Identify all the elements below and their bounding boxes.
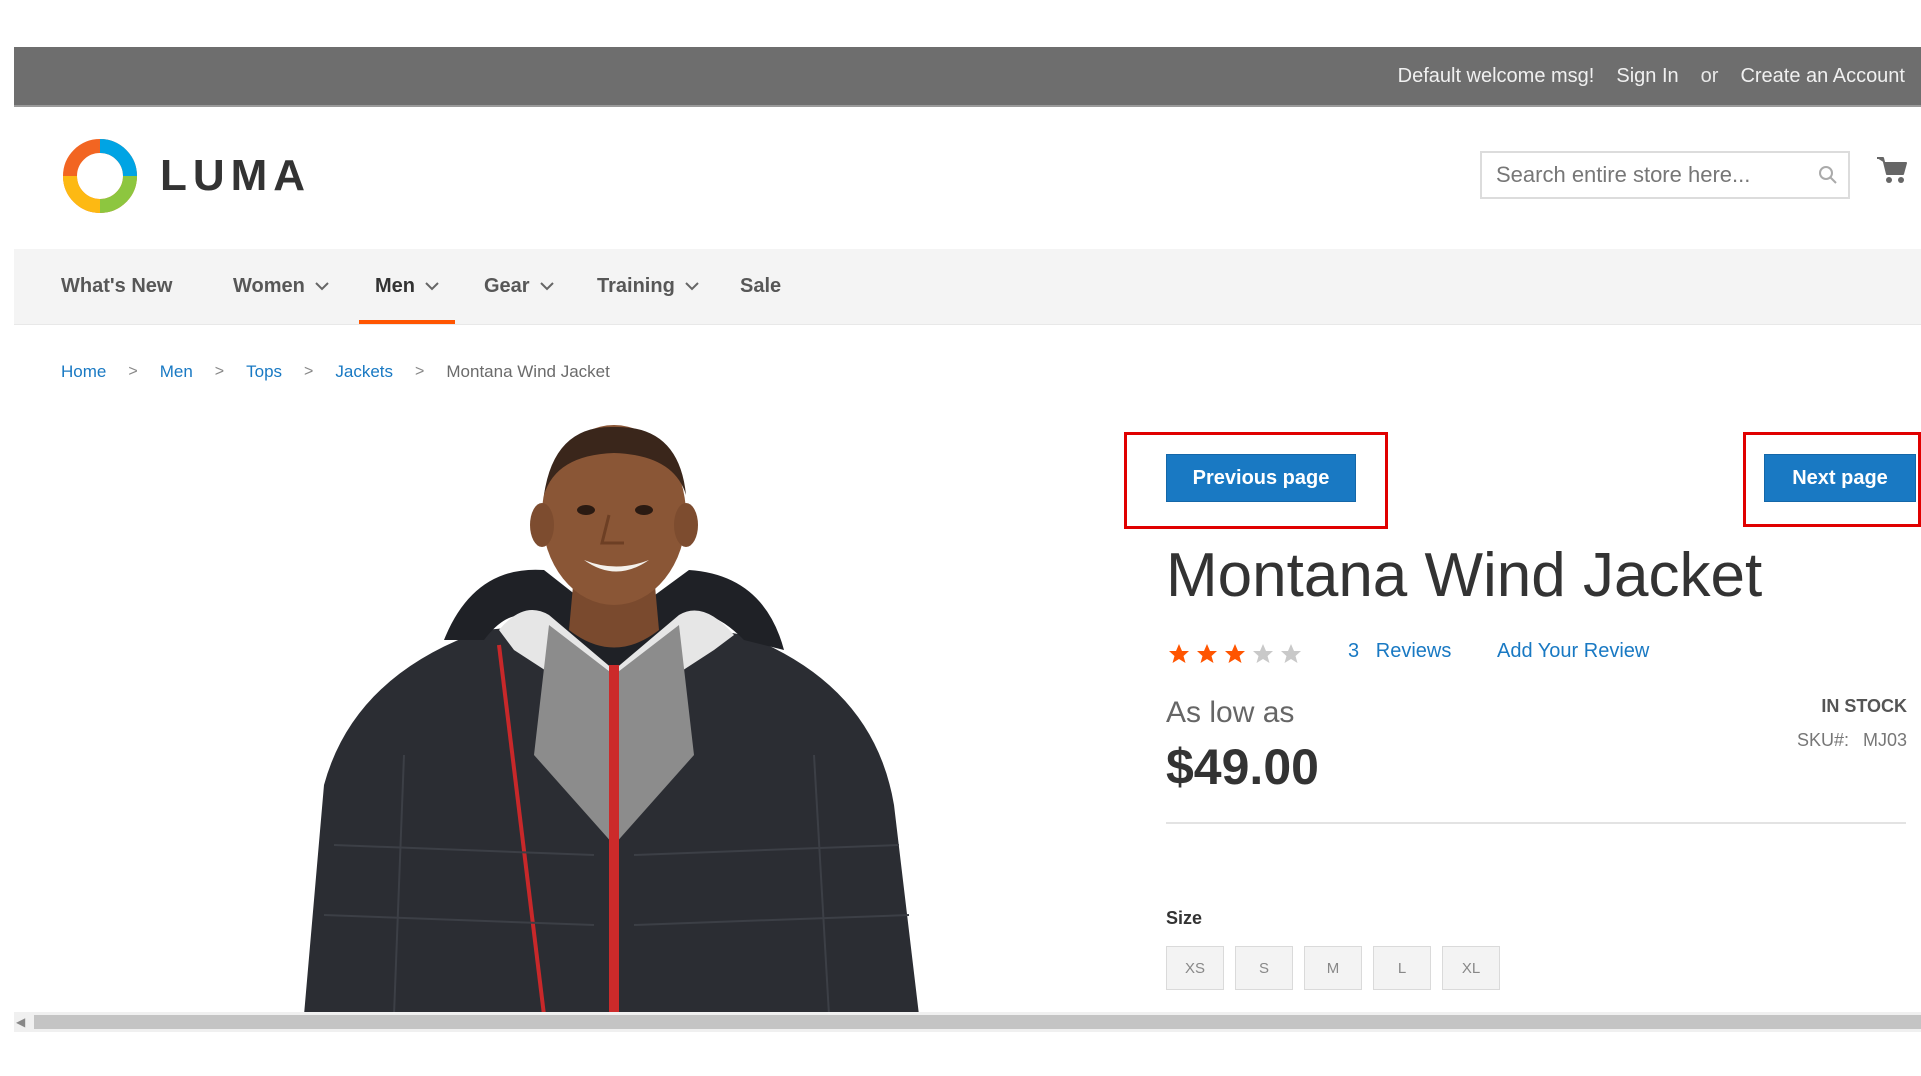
nav-item-label: Women bbox=[233, 275, 305, 297]
search-input[interactable] bbox=[1482, 152, 1808, 198]
sign-in-link[interactable]: Sign In bbox=[1616, 65, 1678, 88]
star-icon bbox=[1225, 644, 1245, 663]
logo[interactable]: LUMA bbox=[62, 138, 311, 214]
price-label: As low as bbox=[1166, 696, 1295, 729]
breadcrumb-separator: > bbox=[304, 363, 314, 380]
breadcrumb-current: Montana Wind Jacket bbox=[446, 362, 610, 381]
sku: SKU#: MJ03 bbox=[1797, 730, 1907, 751]
add-review-link[interactable]: Add Your Review bbox=[1497, 640, 1649, 663]
logo-text: LUMA bbox=[160, 151, 312, 200]
chevron-down-icon bbox=[425, 282, 439, 291]
reviews-label: Reviews bbox=[1375, 640, 1452, 662]
star-empty-icon bbox=[1281, 644, 1301, 663]
breadcrumb-home[interactable]: Home bbox=[61, 362, 106, 382]
size-option-s[interactable]: S bbox=[1235, 946, 1293, 990]
header-links: Default welcome msg! Sign In or Create a… bbox=[1398, 47, 1905, 105]
size-option-xs[interactable]: XS bbox=[1166, 946, 1224, 990]
cart-icon[interactable] bbox=[1876, 155, 1908, 190]
create-account-link[interactable]: Create an Account bbox=[1740, 65, 1905, 88]
breadcrumb-separator: > bbox=[415, 363, 425, 380]
breadcrumb-separator: > bbox=[128, 363, 138, 380]
stock-status: IN STOCK bbox=[1821, 696, 1907, 716]
page-viewport: Default welcome msg! Sign In or Create a… bbox=[14, 0, 1921, 1076]
star-icon bbox=[1169, 644, 1189, 663]
sku-label: SKU#: bbox=[1796, 730, 1849, 750]
star-empty-icon bbox=[1253, 644, 1273, 663]
reviews-count: 3 bbox=[1348, 640, 1360, 662]
chevron-down-icon bbox=[315, 282, 329, 291]
nav-item-label: Men bbox=[375, 275, 415, 297]
nav-item-training[interactable]: Training bbox=[597, 249, 699, 324]
scrollbar-thumb[interactable] bbox=[34, 1015, 1921, 1029]
top-panel: Default welcome msg! Sign In or Create a… bbox=[14, 47, 1921, 107]
divider bbox=[1166, 822, 1906, 824]
nav-item-label: Sale bbox=[740, 275, 782, 297]
breadcrumb-men[interactable]: Men bbox=[160, 362, 193, 382]
sku-value: MJ03 bbox=[1862, 730, 1907, 750]
nav-item-whats-new[interactable]: What's New bbox=[61, 249, 172, 324]
main-navigation: What's New Women Men Gear Training Sale bbox=[14, 249, 1921, 325]
breadcrumb: Home > Men > Tops > Jackets > Montana Wi… bbox=[61, 362, 610, 382]
next-page-button[interactable]: Next page bbox=[1764, 454, 1916, 502]
breadcrumb-separator: > bbox=[214, 363, 225, 380]
previous-page-button[interactable]: Previous page bbox=[1166, 454, 1356, 502]
size-swatches: XS S M L XL bbox=[1166, 946, 1500, 990]
welcome-message: Default welcome msg! bbox=[1397, 64, 1595, 87]
search-box bbox=[1480, 151, 1850, 199]
rating-stars bbox=[1166, 642, 1304, 666]
chevron-down-icon bbox=[685, 282, 699, 291]
size-label: Size bbox=[1166, 908, 1203, 928]
size-option-xl[interactable]: XL bbox=[1442, 946, 1500, 990]
reviews-link[interactable]: 3 Reviews bbox=[1348, 640, 1451, 663]
nav-item-sale[interactable]: Sale bbox=[740, 249, 781, 324]
product-image[interactable] bbox=[294, 425, 924, 1015]
chevron-down-icon bbox=[539, 282, 554, 291]
nav-item-label: Gear bbox=[484, 275, 530, 297]
logo-icon bbox=[63, 139, 137, 213]
breadcrumb-jackets[interactable]: Jackets bbox=[335, 362, 393, 382]
size-option-l[interactable]: L bbox=[1373, 946, 1431, 990]
scroll-left-icon[interactable]: ◀ bbox=[16, 1015, 25, 1029]
product-title: Montana Wind Jacket bbox=[1166, 541, 1763, 610]
size-option-m[interactable]: M bbox=[1304, 946, 1362, 990]
breadcrumb-tops[interactable]: Tops bbox=[246, 362, 282, 382]
nav-item-women[interactable]: Women bbox=[233, 249, 329, 324]
price: $49.00 bbox=[1166, 739, 1319, 795]
horizontal-scrollbar[interactable]: ◀ bbox=[14, 1012, 1921, 1032]
nav-item-men[interactable]: Men bbox=[359, 249, 455, 324]
nav-item-label: What's New bbox=[61, 275, 173, 297]
search-icon[interactable] bbox=[1808, 165, 1848, 185]
or-text: or bbox=[1700, 64, 1719, 87]
nav-item-label: Training bbox=[597, 275, 675, 297]
star-icon bbox=[1197, 644, 1217, 663]
nav-item-gear[interactable]: Gear bbox=[484, 249, 554, 324]
